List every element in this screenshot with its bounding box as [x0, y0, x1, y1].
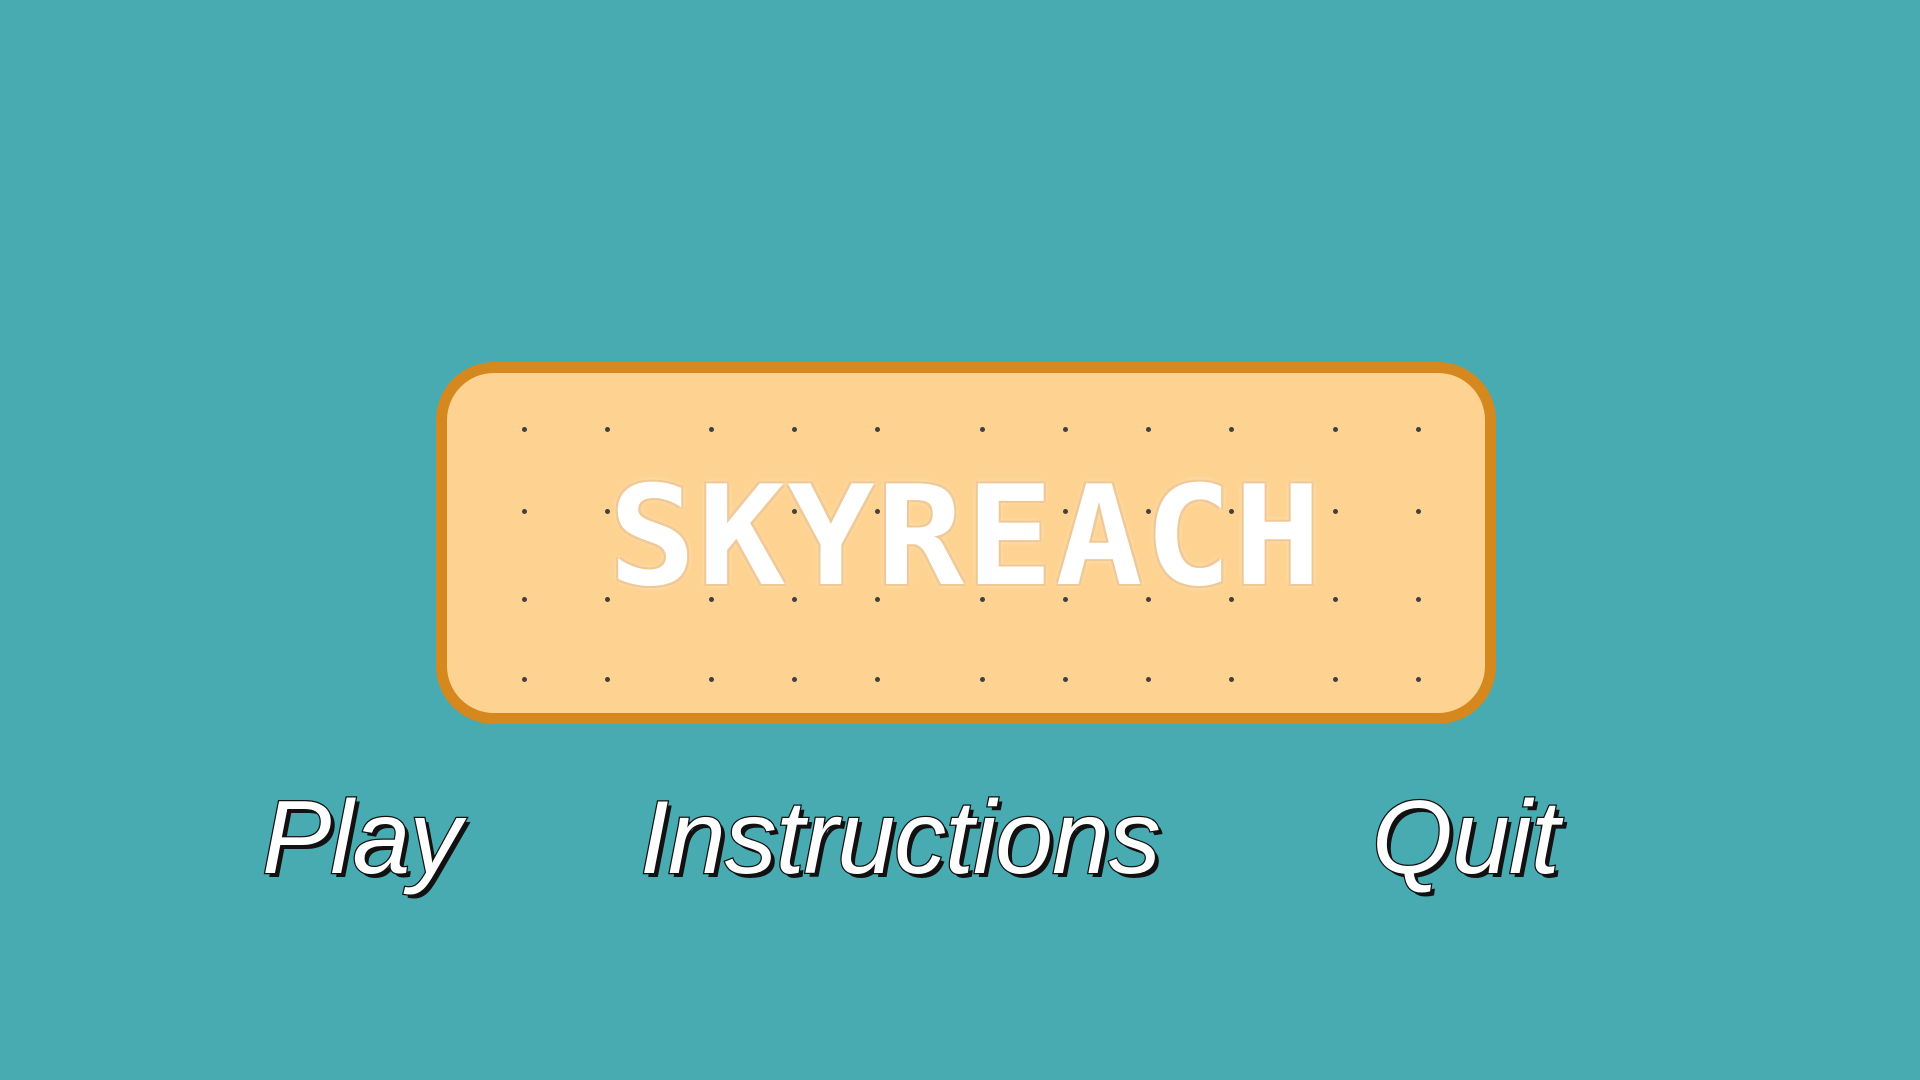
instructions-button[interactable]: Instructions — [639, 785, 1162, 892]
logo-dot — [874, 676, 880, 682]
logo-dot — [1228, 676, 1234, 682]
logo-dot — [521, 426, 527, 432]
logo-dot — [1415, 676, 1421, 682]
logo-dot — [1228, 426, 1234, 432]
play-button[interactable]: Play — [261, 785, 463, 892]
game-title: SKYREACH — [608, 456, 1324, 617]
logo-dot — [979, 426, 985, 432]
logo-dot — [1062, 676, 1068, 682]
logo-dot — [979, 676, 985, 682]
logo-dot — [604, 676, 610, 682]
logo-dot — [791, 426, 797, 432]
logo-dot — [521, 676, 527, 682]
logo-dot — [1145, 676, 1151, 682]
quit-button[interactable]: Quit — [1371, 785, 1561, 892]
title-logo-panel: SKYREACH — [436, 362, 1496, 724]
logo-dot — [1332, 676, 1338, 682]
logo-dot — [708, 426, 714, 432]
logo-dot — [708, 676, 714, 682]
main-menu-screen: SKYREACH Play Instructions Quit — [0, 0, 1920, 1080]
logo-dot — [1062, 426, 1068, 432]
logo-dot — [791, 676, 797, 682]
logo-dot — [1145, 426, 1151, 432]
logo-dot — [1332, 426, 1338, 432]
logo-dot — [1415, 426, 1421, 432]
logo-dot — [604, 426, 610, 432]
logo-dot — [874, 426, 880, 432]
